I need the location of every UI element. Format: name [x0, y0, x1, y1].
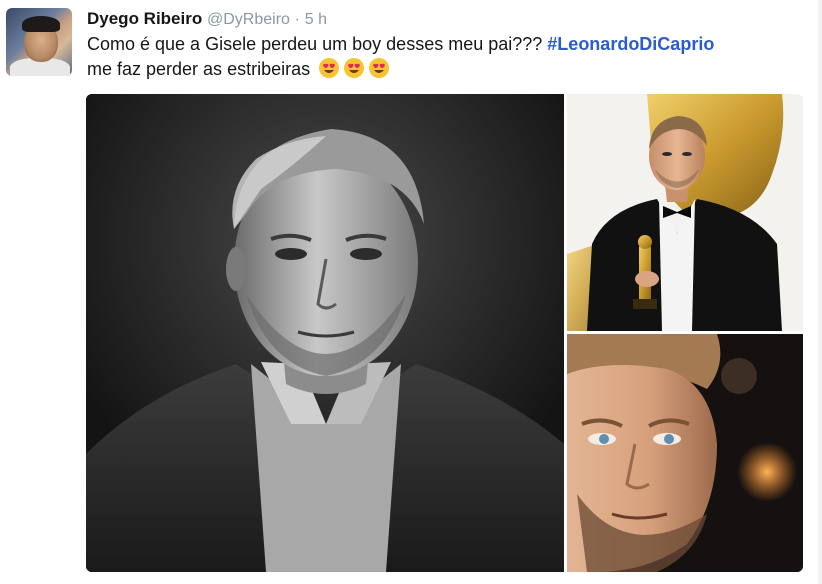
hashtag-link[interactable]: #LeonardoDiCaprio — [547, 34, 714, 54]
heart-eyes-emoji-icon — [318, 57, 340, 79]
heart-eyes-emoji-icon — [368, 57, 390, 79]
closeup-illustration — [567, 334, 803, 572]
tweet-text: Como é que a Gisele perdeu um boy desses… — [87, 32, 807, 82]
media-grid — [86, 94, 803, 572]
avatar-hair — [22, 16, 60, 32]
tweet-text-line1: Como é que a Gisele perdeu um boy desses… — [87, 34, 543, 54]
media-photo-oscar[interactable] — [567, 94, 803, 331]
tweet-text-line2: me faz perder as estribeiras — [87, 59, 311, 79]
heart-eyes-emoji-icon — [343, 57, 365, 79]
timestamp[interactable]: 5 h — [305, 11, 327, 28]
tweet: Dyego Ribeiro @DyRbeiro · 5 h Como é que… — [0, 0, 822, 584]
scrollbar[interactable] — [818, 0, 822, 584]
tweet-header: Dyego Ribeiro @DyRbeiro · 5 h — [87, 8, 327, 31]
separator-dot: · — [294, 11, 300, 28]
avatar[interactable] — [6, 8, 72, 76]
oscar-illustration — [567, 94, 803, 331]
media-photo-main[interactable] — [86, 94, 564, 572]
portrait-illustration — [86, 94, 564, 572]
author-name[interactable]: Dyego Ribeiro — [87, 9, 202, 28]
author-handle[interactable]: @DyRbeiro — [207, 11, 290, 28]
media-photo-closeup[interactable] — [567, 334, 803, 572]
